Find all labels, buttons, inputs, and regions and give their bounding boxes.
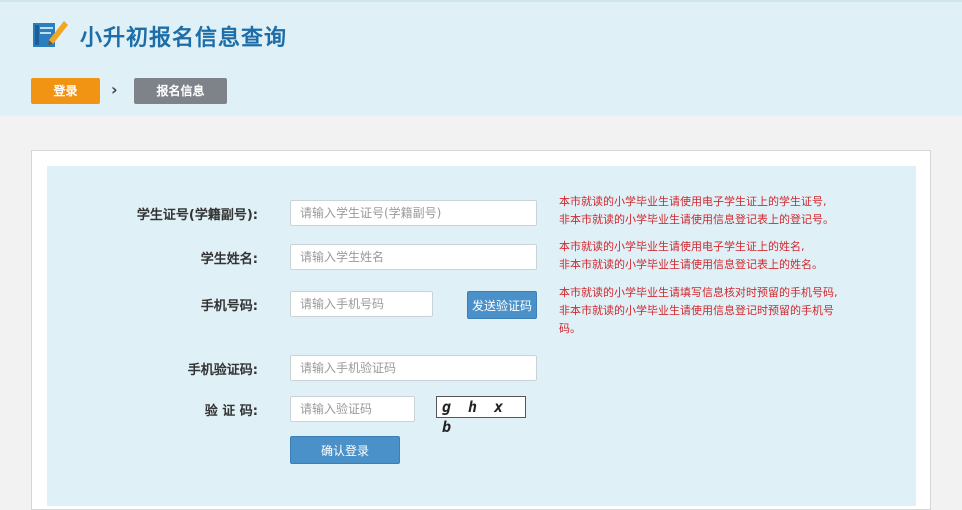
captcha-input[interactable]	[290, 396, 415, 422]
student-id-label: 学生证号(学籍副号):	[136, 208, 258, 223]
phone-label: 手机号码:	[200, 299, 258, 314]
send-code-button[interactable]: 发送验证码	[467, 291, 537, 319]
header-top-line	[0, 0, 962, 2]
breadcrumb-login[interactable]: 登录	[31, 78, 100, 104]
page-title: 小升初报名信息查询	[80, 26, 288, 51]
page-header: 小升初报名信息查询 登录 › 报名信息	[0, 0, 962, 116]
student-name-hint: 本市就读的小学毕业生请使用电子学生证上的姓名, 非本市就读的小学毕业生请使用信息…	[559, 240, 823, 271]
student-name-label: 学生姓名:	[200, 252, 258, 267]
phone-input[interactable]	[290, 291, 433, 317]
phone-hint: 本市就读的小学毕业生请填写信息核对时预留的手机号码, 非本市就读的小学毕业生请使…	[559, 286, 838, 335]
confirm-login-button[interactable]: 确认登录	[290, 436, 400, 464]
student-id-input[interactable]	[290, 200, 537, 226]
captcha-label: 验 证 码:	[204, 404, 258, 419]
notebook-pencil-icon	[33, 21, 68, 47]
sms-code-input[interactable]	[290, 355, 537, 381]
sms-code-label: 手机验证码:	[187, 363, 258, 378]
captcha-image[interactable]: g h x b	[436, 396, 526, 436]
breadcrumb-separator-icon: ›	[111, 80, 118, 99]
student-name-input[interactable]	[290, 244, 537, 270]
breadcrumb-registration-info[interactable]: 报名信息	[134, 78, 227, 104]
student-id-hint: 本市就读的小学毕业生请使用电子学生证上的学生证号, 非本市就读的小学毕业生请使用…	[559, 195, 834, 226]
